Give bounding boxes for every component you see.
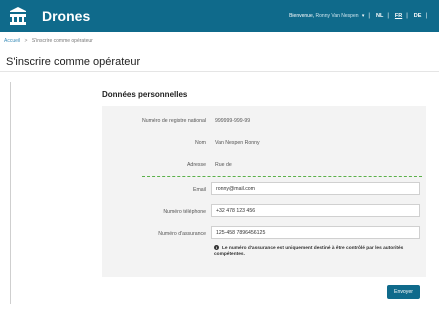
personal-data-card: Numéro de registre national 999999-999-9… [102,106,426,277]
breadcrumb-current: S'inscrire comme opérateur [31,38,93,44]
lang-fr[interactable]: FR [395,13,402,19]
insurance-input[interactable] [211,226,420,239]
registry-value: 999999-999-99 [215,118,251,124]
separator: | [406,13,408,19]
name-label: Nom [195,140,206,146]
brand-title[interactable]: Drones [42,8,90,24]
building-icon[interactable] [8,6,28,26]
phone-input[interactable] [211,204,420,217]
top-navbar: Drones Bienvenue, Ronny Van Nespen ▾ | N… [0,0,439,32]
breadcrumb: Accueil > S'inscrire comme opérateur [4,38,93,44]
breadcrumb-home[interactable]: Accueil [4,38,20,44]
welcome-text[interactable]: Bienvenue, Ronny Van Nespen ▾ [289,13,364,19]
insurance-label: Numéro d'assurance [158,231,206,237]
separator: | [425,13,427,19]
address-label: Adresse [186,162,206,168]
insurance-note: i Le numéro d'assurance est uniquement de… [214,245,414,258]
breadcrumb-arrow-icon: > [24,38,28,44]
insurance-note-text: Le numéro d'assurance est uniquement des… [214,245,404,257]
address-value: Rue de [215,162,232,168]
registry-label: Numéro de registre national [141,118,206,124]
user-name[interactable]: Ronny Van Nespen [316,13,359,19]
lang-nl[interactable]: NL [376,13,383,19]
submit-button[interactable]: Envoyer [387,285,420,299]
phone-label: Numéro téléphone [163,209,206,215]
page-title: S'inscrire comme opérateur [0,56,439,72]
separator: | [387,13,389,19]
info-icon: i [214,245,219,250]
section-divider [142,176,422,177]
chevron-down-icon[interactable]: ▾ [362,13,365,19]
separator: | [368,13,370,19]
left-divider [10,82,11,304]
lang-de[interactable]: DE [414,13,422,19]
name-value: Van Nespen Ronny [215,140,260,146]
section-title: Données personnelles [102,90,188,99]
email-label: Email [193,187,206,193]
welcome-label: Bienvenue, [289,13,315,19]
email-input[interactable] [211,182,420,195]
